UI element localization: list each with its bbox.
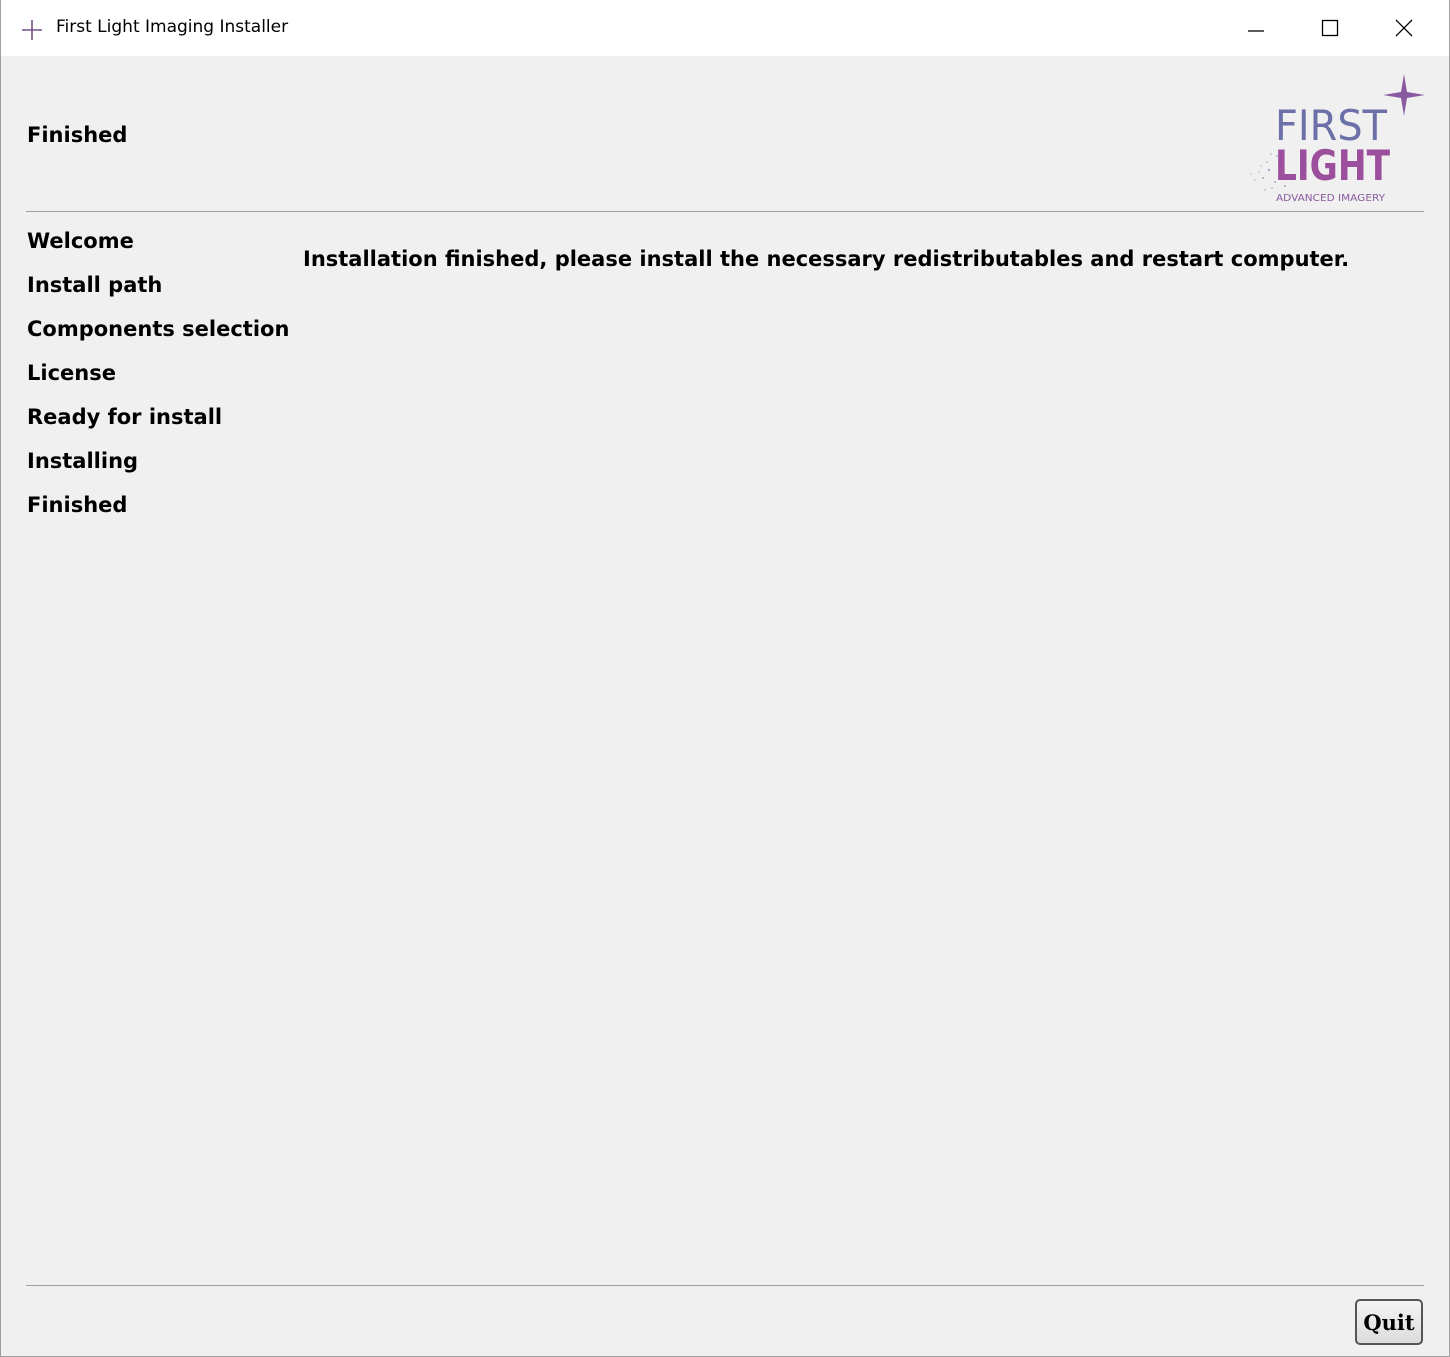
steps-list: Welcome Install path Components selectio… bbox=[27, 226, 289, 534]
finished-message: Installation finished, please install th… bbox=[303, 247, 1350, 271]
footer-divider bbox=[26, 1285, 1424, 1286]
step-ready-for-install: Ready for install bbox=[27, 405, 223, 429]
logo-tagline-text: ADVANCED IMAGERY bbox=[1276, 193, 1386, 204]
step-license: License bbox=[27, 361, 116, 385]
minimize-button[interactable] bbox=[1221, 0, 1291, 56]
window-title: First Light Imaging Installer bbox=[56, 17, 289, 37]
logo-light-text: LIGHT bbox=[1275, 141, 1390, 190]
step-finished: Finished bbox=[27, 493, 128, 517]
first-light-logo: FIRST LIGHT ADVANCED IMAGERY bbox=[1250, 74, 1425, 204]
step-components-selection: Components selection bbox=[27, 317, 290, 341]
title-bar: First Light Imaging Installer bbox=[1, 0, 1449, 56]
step-installing: Installing bbox=[27, 449, 139, 473]
page-title: Finished bbox=[27, 123, 128, 147]
close-icon bbox=[1395, 19, 1413, 37]
maximize-button[interactable] bbox=[1295, 0, 1365, 56]
installer-window: First Light Imaging Installer Finished F… bbox=[0, 0, 1450, 1357]
minimize-icon bbox=[1248, 30, 1264, 32]
step-install-path: Install path bbox=[27, 273, 163, 297]
quit-button[interactable]: Quit bbox=[1355, 1299, 1423, 1345]
step-welcome: Welcome bbox=[27, 229, 134, 253]
close-button[interactable] bbox=[1369, 0, 1439, 56]
header-divider bbox=[26, 211, 1424, 212]
app-star-icon bbox=[22, 20, 42, 40]
maximize-icon bbox=[1321, 19, 1339, 37]
